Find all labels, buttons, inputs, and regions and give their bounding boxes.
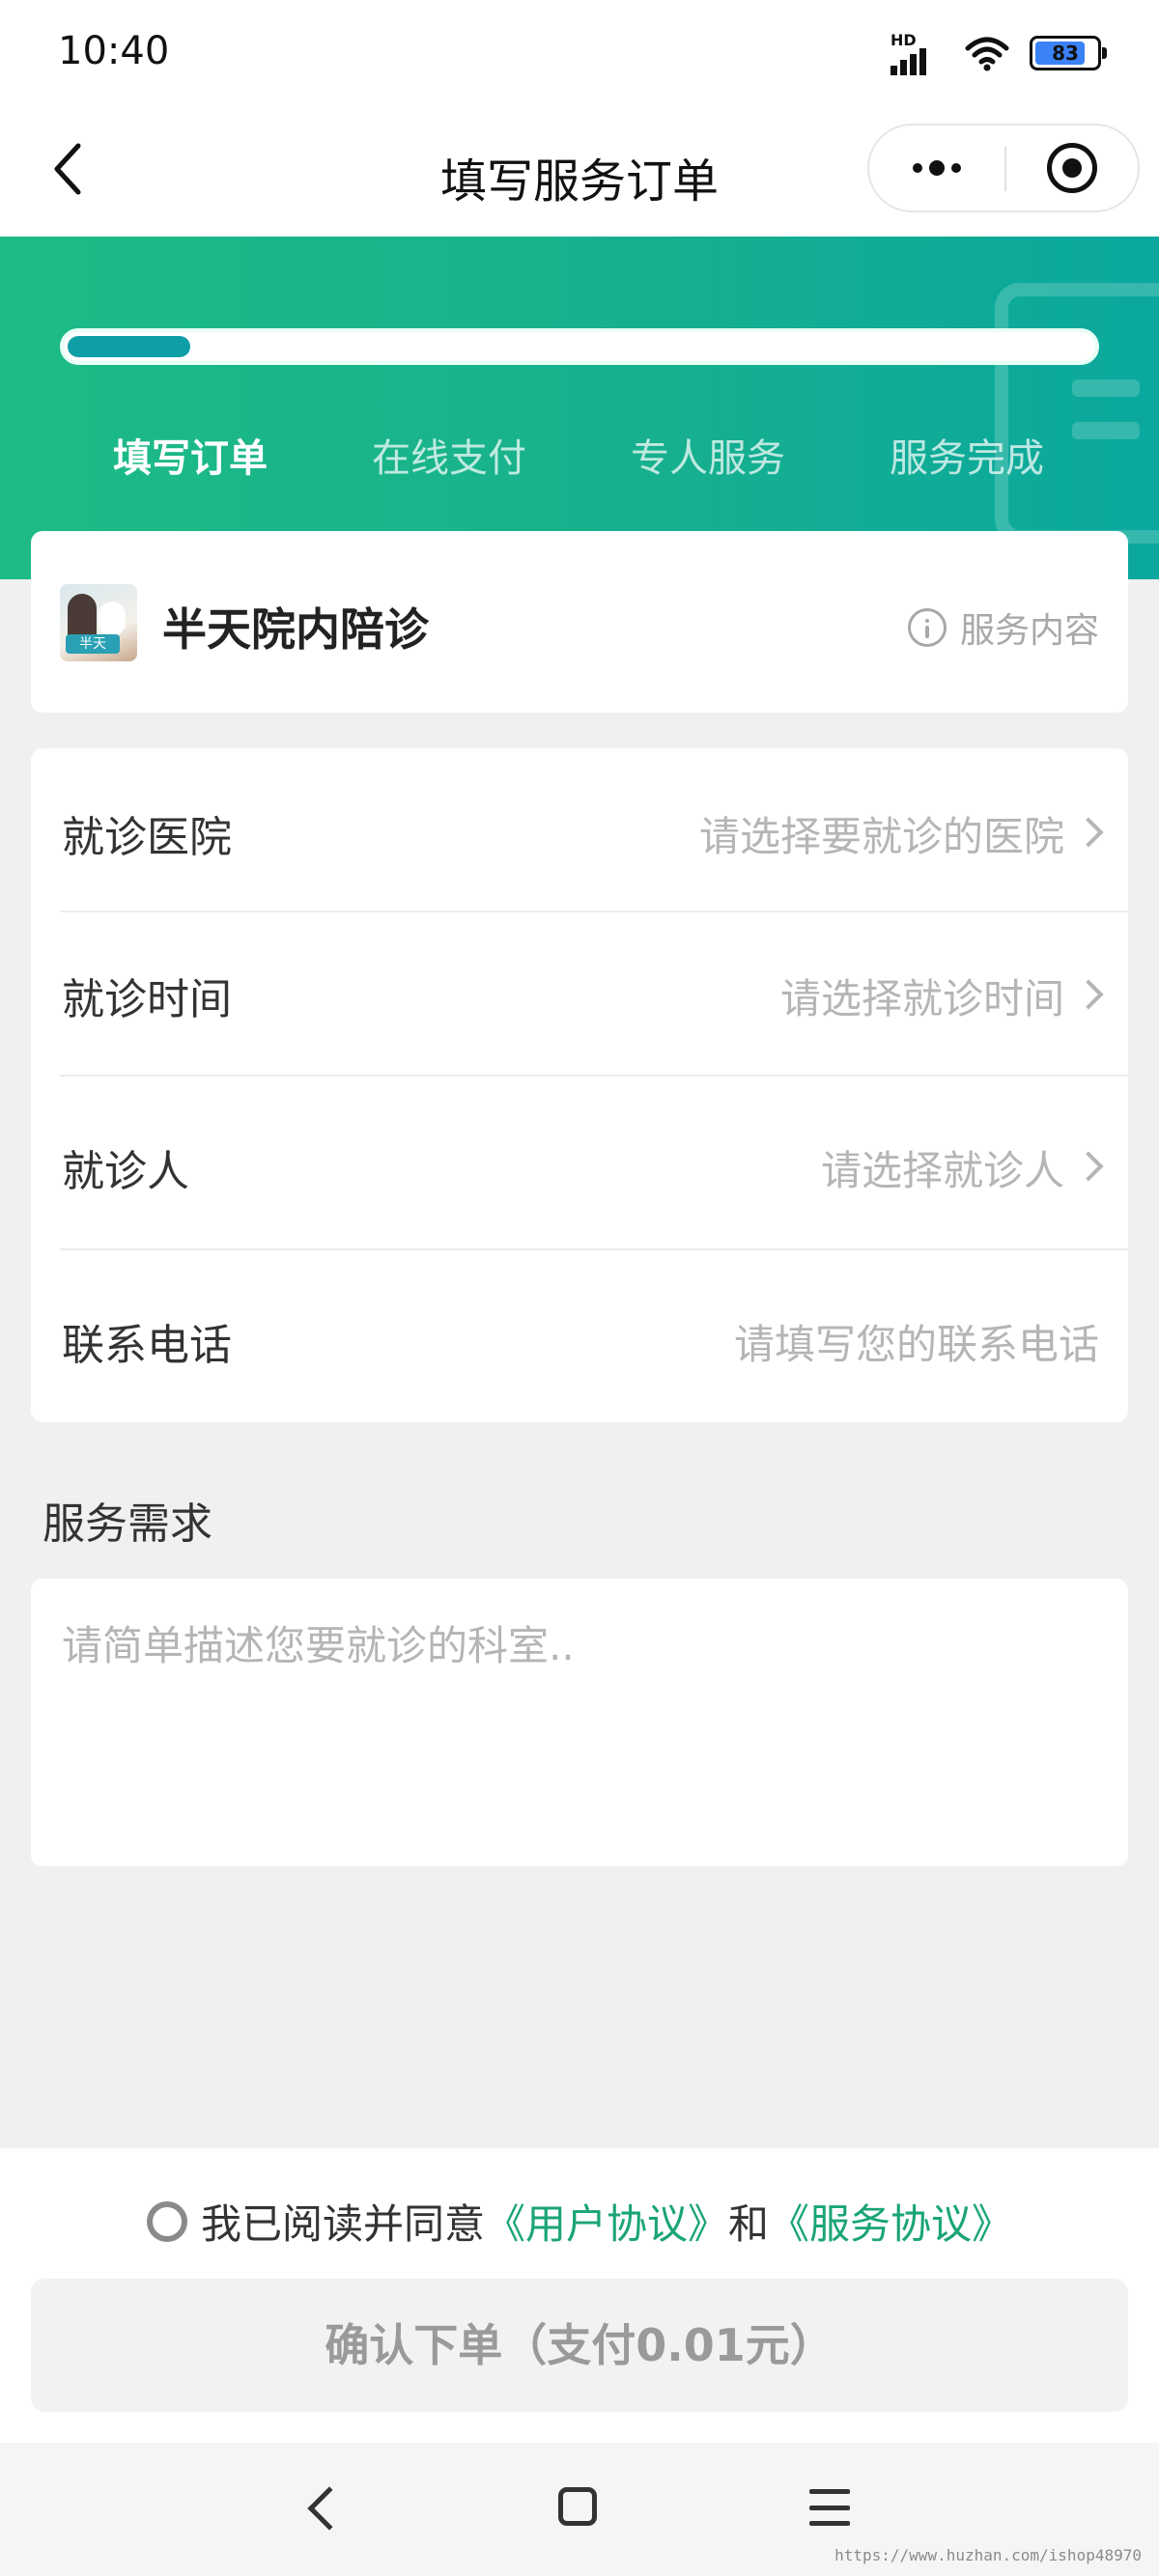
confirm-order-button[interactable]: 确认下单（支付0.01元） — [31, 2279, 1128, 2412]
document-decoration-icon — [995, 283, 1159, 544]
service-demand-textarea[interactable]: 请简单描述您要就诊的科室.. — [31, 1579, 1128, 1866]
footer: 我已阅读并同意 《用户协议》 和 《服务协议》 确认下单（支付0.01元） — [0, 2148, 1159, 2443]
network-label: HD — [890, 31, 917, 49]
service-demand-placeholder: 请简单描述您要就诊的科室.. — [62, 1622, 575, 1669]
system-nav-bar: https://www.huzhan.com/ishop48970 — [0, 2443, 1159, 2576]
and-text: 和 — [728, 2200, 770, 2248]
service-demand-title: 服务需求 — [42, 1499, 212, 1549]
service-card: 半天 半天院内陪诊 服务内容 — [31, 531, 1128, 713]
signal-icon: HD — [890, 31, 945, 75]
chevron-right-icon — [1073, 1151, 1104, 1182]
system-menu-icon[interactable] — [809, 2489, 850, 2526]
order-page: 10:40 HD 83 填写服务订单 填写订单 在线支付 专人服务 服务完成 半… — [0, 0, 1159, 2576]
order-form: 就诊医院 请选择要就诊的医院 就诊时间 请选择就诊时间 就诊人 请选择就诊人 联… — [31, 748, 1128, 1422]
status-icons: HD 83 — [890, 29, 1107, 77]
status-bar: 10:40 HD 83 — [0, 0, 1159, 106]
service-agreement-link[interactable]: 《服务协议》 — [769, 2192, 1012, 2251]
more-dots-icon — [913, 163, 922, 173]
user-agreement-link[interactable]: 《用户协议》 — [485, 2192, 728, 2251]
agree-radio[interactable] — [146, 2200, 187, 2242]
chevron-right-icon — [1073, 817, 1104, 848]
patient-placeholder: 请选择就诊人 — [820, 1147, 1064, 1194]
progress-fill — [68, 336, 190, 357]
hospital-placeholder: 请选择要就诊的医院 — [698, 813, 1064, 860]
agreement-row: 我已阅读并同意 《用户协议》 和 《服务协议》 — [0, 2192, 1159, 2251]
step-online-payment: 在线支付 — [372, 436, 526, 481]
thumbnail-label: 半天 — [66, 634, 120, 654]
system-back-icon[interactable] — [307, 2486, 352, 2531]
step-service-complete: 服务完成 — [890, 436, 1044, 481]
visit-time-placeholder: 请选择就诊时间 — [779, 975, 1064, 1022]
nav-bar: 填写服务订单 — [0, 106, 1159, 237]
close-mini-program-button[interactable] — [1006, 126, 1138, 210]
more-button[interactable] — [869, 126, 1004, 210]
mini-program-capsule — [867, 124, 1140, 212]
system-home-icon[interactable] — [558, 2487, 597, 2526]
progress-bar — [60, 328, 1099, 365]
patient-label: 就诊人 — [62, 1147, 189, 1196]
progress-header: 填写订单 在线支付 专人服务 服务完成 — [0, 237, 1159, 579]
hospital-select[interactable]: 就诊医院 请选择要就诊的医院 — [31, 748, 1128, 910]
battery-level: 83 — [1052, 42, 1079, 65]
service-content-label: 服务内容 — [959, 611, 1099, 651]
battery-icon: 83 — [1030, 36, 1107, 70]
chevron-right-icon — [1073, 979, 1104, 1010]
hospital-label: 就诊医院 — [62, 813, 232, 862]
agree-text: 我已阅读并同意 — [200, 2200, 485, 2248]
watermark: https://www.huzhan.com/ishop48970 — [834, 2546, 1142, 2564]
visit-time-label: 就诊时间 — [62, 975, 232, 1024]
wifi-icon — [964, 35, 1010, 71]
phone-label: 联系电话 — [62, 1321, 232, 1370]
service-thumbnail: 半天 — [60, 584, 137, 661]
service-content-link[interactable]: 服务内容 — [907, 602, 1099, 653]
patient-select[interactable]: 就诊人 请选择就诊人 — [31, 1077, 1128, 1250]
step-dedicated-service: 专人服务 — [631, 436, 785, 481]
visit-time-select[interactable]: 就诊时间 请选择就诊时间 — [31, 912, 1128, 1075]
phone-input[interactable]: 联系电话 请填写您的联系电话 — [31, 1250, 1128, 1422]
phone-placeholder: 请填写您的联系电话 — [733, 1321, 1099, 1368]
status-time: 10:40 — [58, 29, 170, 73]
info-icon — [907, 608, 947, 647]
progress-steps: 填写订单 在线支付 专人服务 服务完成 — [0, 427, 1159, 485]
target-icon — [1047, 143, 1097, 193]
service-name: 半天院内陪诊 — [162, 603, 429, 656]
step-fill-order: 填写订单 — [113, 436, 268, 481]
